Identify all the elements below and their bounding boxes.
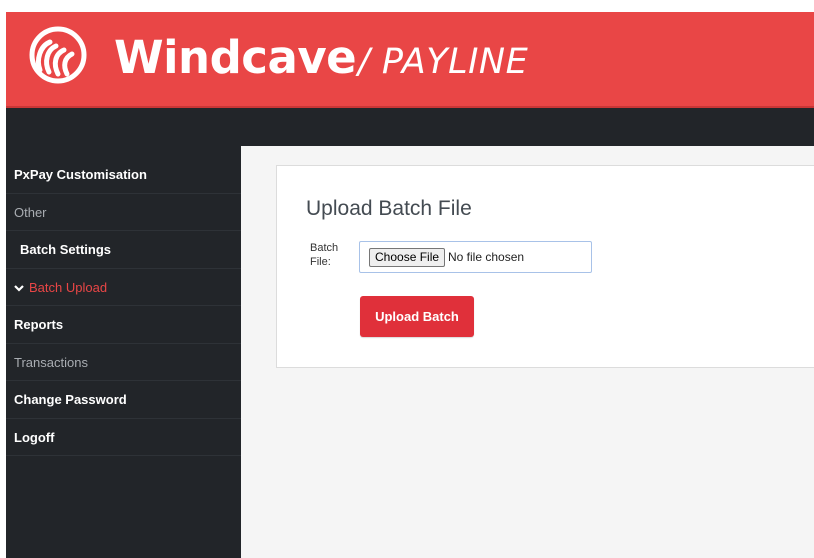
sidebar-item-label: PxPay Customisation bbox=[14, 167, 147, 182]
sidebar-item-label: Transactions bbox=[14, 354, 88, 370]
sidebar-item-batch-upload[interactable]: Batch Upload bbox=[6, 269, 241, 306]
sidebar-item-label: Logoff bbox=[14, 429, 55, 445]
sidebar-item-label: Batch Upload bbox=[29, 279, 108, 295]
sidebar-item-reports[interactable]: Reports bbox=[6, 306, 241, 344]
page-title: Upload Batch File bbox=[306, 197, 472, 220]
sidebar-item-label: Batch Settings bbox=[20, 242, 112, 257]
batch-file-input[interactable]: Choose File No file chosen bbox=[359, 241, 592, 273]
sidebar-item-change-password[interactable]: Change Password bbox=[6, 381, 241, 419]
sidebar-item-batch-settings[interactable]: Batch Settings bbox=[6, 231, 241, 269]
chevron-down-icon bbox=[14, 284, 24, 292]
product-name: / PAYLINE bbox=[358, 42, 529, 82]
batch-file-label: Batch File: bbox=[310, 242, 339, 268]
sidebar-item-transactions[interactable]: Transactions bbox=[6, 344, 241, 381]
sidebar-item-logoff[interactable]: Logoff bbox=[6, 419, 241, 456]
sidebar-item-label: Reports bbox=[14, 317, 64, 332]
app-frame: Windcave / PAYLINE PxPay Customisation O… bbox=[6, 12, 814, 558]
sidebar-nav: PxPay Customisation Other Batch Settings… bbox=[6, 156, 241, 456]
windcave-logo-icon bbox=[29, 26, 87, 84]
upload-panel: Upload Batch File Batch File: Choose Fil… bbox=[276, 165, 814, 368]
file-status-text: No file chosen bbox=[448, 250, 525, 264]
main-content: Upload Batch File Batch File: Choose Fil… bbox=[241, 146, 814, 558]
sidebar-item-other[interactable]: Other bbox=[6, 194, 241, 231]
sidebar-item-pxpay-customisation[interactable]: PxPay Customisation bbox=[6, 156, 241, 194]
header-banner: Windcave / PAYLINE bbox=[6, 12, 814, 108]
brand-name: Windcave bbox=[114, 31, 357, 84]
sidebar-item-label: Other bbox=[14, 204, 47, 220]
upload-batch-button[interactable]: Upload Batch bbox=[360, 296, 474, 337]
sidebar-item-label: Change Password bbox=[14, 392, 127, 407]
choose-file-button[interactable]: Choose File bbox=[369, 248, 446, 267]
